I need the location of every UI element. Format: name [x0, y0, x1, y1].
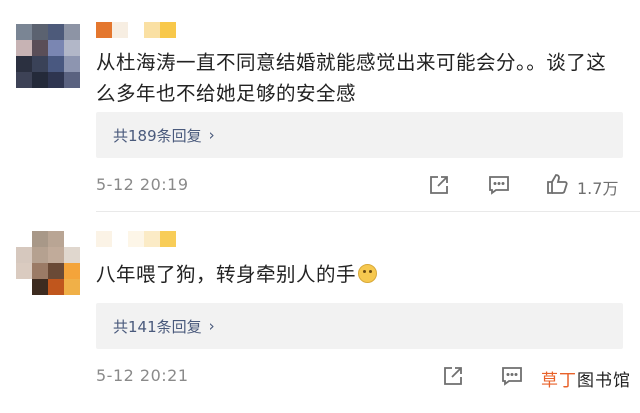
chevron-right-icon: ›: [208, 126, 215, 144]
comment-text: 八年喂了狗，转身牵别人的手: [96, 259, 616, 290]
avatar[interactable]: [16, 231, 80, 295]
comment-icon[interactable]: [487, 173, 511, 197]
watermark: 草丁图书馆: [541, 366, 631, 391]
smiling-face-emoji: [358, 264, 378, 283]
comment-icon[interactable]: [500, 364, 524, 388]
watermark-rest: 图书馆: [577, 371, 631, 391]
forward-icon[interactable]: [427, 173, 451, 197]
comment-text-body: 八年喂了狗，转身牵别人的手: [96, 263, 357, 286]
view-replies-button[interactable]: 共141条回复 ›: [96, 303, 623, 349]
avatar[interactable]: [16, 24, 80, 88]
comment-item: 从杜海涛一直不同意结婚就能感觉出来可能会分。。谈了这么多年也不给她足够的安全感 …: [0, 0, 640, 211]
replies-label: 共141条回复: [113, 317, 202, 336]
like-count: 1.7万: [577, 179, 619, 198]
comment-timestamp: 5-12 20:21: [96, 366, 189, 385]
like-icon[interactable]: [545, 172, 569, 196]
forward-icon[interactable]: [441, 364, 465, 388]
divider: [96, 211, 640, 212]
chevron-right-icon: ›: [208, 317, 215, 335]
watermark-highlight: 草丁: [541, 371, 577, 391]
view-replies-button[interactable]: 共189条回复 ›: [96, 112, 623, 158]
comment-text: 从杜海涛一直不同意结婚就能感觉出来可能会分。。谈了这么多年也不给她足够的安全感: [96, 51, 607, 105]
replies-label: 共189条回复: [113, 126, 202, 145]
comment-timestamp: 5-12 20:19: [96, 175, 189, 194]
